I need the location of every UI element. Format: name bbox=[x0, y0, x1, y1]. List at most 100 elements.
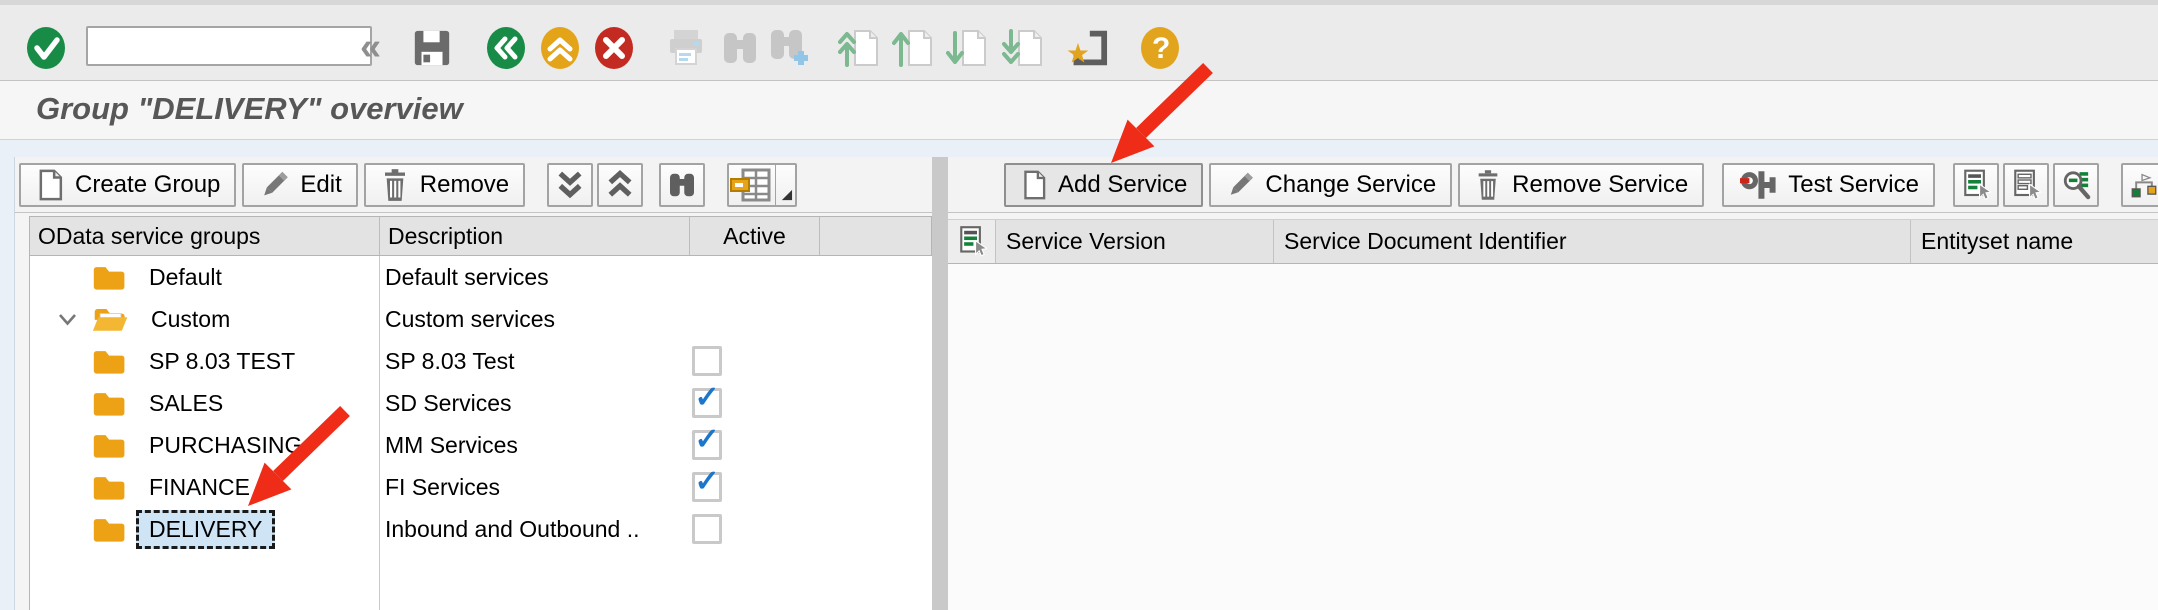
table-row[interactable]: SP 8.03 TEST SP 8.03 Test ✓ bbox=[30, 340, 932, 382]
find-group-button[interactable] bbox=[659, 163, 705, 207]
col-active[interactable]: Active bbox=[690, 217, 820, 255]
group-table-body: Default Default services ✓ bbox=[29, 256, 932, 610]
edit-button[interactable]: Edit bbox=[242, 163, 357, 207]
active-cell[interactable]: ✓ bbox=[690, 388, 820, 418]
active-checkbox[interactable]: ✓ bbox=[692, 388, 722, 418]
page-up-icon bbox=[892, 27, 936, 69]
select-all-cell[interactable] bbox=[948, 220, 996, 263]
save-icon bbox=[411, 27, 453, 69]
active-checkbox[interactable]: ✓ bbox=[692, 472, 722, 502]
check-circle-icon bbox=[25, 26, 67, 70]
remove-label: Remove bbox=[420, 171, 509, 199]
list-outline-select-icon bbox=[2011, 165, 2041, 205]
cancel-button[interactable] bbox=[592, 25, 636, 71]
collapse-toolbar-icon[interactable]: « bbox=[360, 26, 381, 69]
check-icon: ✓ bbox=[694, 472, 719, 492]
layout-button[interactable] bbox=[727, 163, 797, 207]
list-select-icon bbox=[957, 225, 987, 258]
panel-splitter[interactable] bbox=[932, 157, 948, 610]
active-cell[interactable]: ✓ bbox=[690, 430, 820, 460]
double-chevron-up-icon bbox=[605, 167, 635, 203]
binoculars-icon bbox=[667, 167, 697, 203]
table-row[interactable]: DELIVERY Inbound and Outbound .. ✓ bbox=[30, 508, 932, 550]
enter-check-button[interactable] bbox=[24, 25, 68, 71]
active-cell[interactable]: ✓ bbox=[690, 262, 820, 292]
active-cell[interactable]: ✓ bbox=[690, 346, 820, 376]
group-name-cell[interactable]: Custom bbox=[138, 300, 243, 339]
active-checkbox[interactable]: ✓ bbox=[692, 430, 722, 460]
print-button[interactable] bbox=[664, 25, 708, 71]
remove-service-label: Remove Service bbox=[1512, 171, 1688, 199]
page-first-icon bbox=[838, 27, 882, 69]
description-label: Default services bbox=[385, 264, 549, 290]
description-cell[interactable]: FI Services bbox=[380, 474, 690, 501]
display-details-button[interactable] bbox=[2003, 163, 2049, 207]
group-name-cell[interactable]: SP 8.03 TEST bbox=[136, 342, 308, 381]
col-service-version[interactable]: Service Version bbox=[996, 220, 1274, 263]
top-toolbar: « bbox=[0, 0, 2158, 81]
test-service-button[interactable]: Test Service bbox=[1722, 163, 1935, 207]
find-button[interactable] bbox=[718, 25, 762, 71]
table-row[interactable]: FINANCE FI Services ✓ bbox=[30, 466, 932, 508]
folder-icon bbox=[92, 472, 128, 502]
back-button[interactable] bbox=[484, 25, 528, 71]
save-button[interactable] bbox=[410, 25, 454, 71]
next-page-button[interactable] bbox=[946, 25, 990, 71]
group-cell[interactable]: SP 8.03 TEST bbox=[30, 340, 380, 382]
description-label: MM Services bbox=[385, 432, 518, 458]
remove-button[interactable]: Remove bbox=[364, 163, 525, 207]
exit-button[interactable] bbox=[538, 25, 582, 71]
group-panel: Create Group Edit bbox=[14, 157, 933, 610]
active-cell[interactable]: ✓ bbox=[690, 304, 820, 334]
back-icon bbox=[485, 26, 527, 70]
description-cell[interactable]: Default services bbox=[380, 264, 690, 291]
description-label: Inbound and Outbound .. bbox=[385, 516, 640, 542]
table-row[interactable]: PURCHASING MM Services ✓ bbox=[30, 424, 932, 466]
collapse-all-button[interactable] bbox=[547, 163, 593, 207]
table-row[interactable]: Default Default services ✓ bbox=[30, 256, 932, 298]
active-cell[interactable]: ✓ bbox=[690, 514, 820, 544]
group-name-label: Custom bbox=[151, 306, 230, 332]
first-page-button[interactable] bbox=[838, 25, 882, 71]
table-row[interactable]: Custom Custom services ✓ bbox=[30, 298, 932, 340]
expand-all-button[interactable] bbox=[597, 163, 643, 207]
display-services-button[interactable] bbox=[1953, 163, 1999, 207]
group-name-cell[interactable]: Default bbox=[136, 258, 235, 297]
description-cell[interactable]: Inbound and Outbound .. bbox=[380, 516, 690, 543]
exit-icon bbox=[539, 26, 581, 70]
column-divider bbox=[379, 256, 380, 610]
description-cell[interactable]: MM Services bbox=[380, 432, 690, 459]
group-name-label: Default bbox=[149, 264, 222, 290]
previous-page-button[interactable] bbox=[892, 25, 936, 71]
description-cell[interactable]: SD Services bbox=[380, 390, 690, 417]
remove-service-button[interactable]: Remove Service bbox=[1458, 163, 1704, 207]
check-icon: ✓ bbox=[694, 388, 719, 408]
col-service-document-identifier[interactable]: Service Document Identifier bbox=[1274, 220, 1911, 263]
active-checkbox[interactable]: ✓ bbox=[692, 514, 722, 544]
table-row[interactable]: SALES SD Services ✓ bbox=[30, 382, 932, 424]
layout-dropdown[interactable] bbox=[775, 165, 795, 205]
create-group-button[interactable]: Create Group bbox=[19, 163, 236, 207]
group-name-label: SP 8.03 TEST bbox=[149, 348, 295, 374]
description-cell[interactable]: SP 8.03 Test bbox=[380, 348, 690, 375]
service-table-body bbox=[948, 264, 2158, 610]
search-services-button[interactable] bbox=[2053, 163, 2099, 207]
folder-icon bbox=[92, 514, 128, 544]
group-cell[interactable]: Custom bbox=[30, 298, 380, 340]
command-field[interactable] bbox=[86, 26, 372, 66]
col-entityset-name[interactable]: Entityset name bbox=[1911, 220, 2158, 263]
description-cell[interactable]: Custom services bbox=[380, 306, 690, 333]
active-checkbox[interactable]: ✓ bbox=[692, 346, 722, 376]
chevron-down-icon[interactable] bbox=[58, 313, 92, 326]
hierarchy-button[interactable] bbox=[2121, 163, 2158, 207]
last-page-button[interactable] bbox=[1002, 25, 1046, 71]
active-cell[interactable]: ✓ bbox=[690, 472, 820, 502]
description-label: Custom services bbox=[385, 306, 555, 332]
col-groups[interactable]: OData service groups bbox=[30, 217, 380, 255]
change-service-button[interactable]: Change Service bbox=[1209, 163, 1452, 207]
group-cell[interactable]: Default bbox=[30, 256, 380, 298]
content-area: Create Group Edit bbox=[0, 140, 2158, 610]
test-service-icon bbox=[1738, 167, 1778, 203]
col-description[interactable]: Description bbox=[380, 217, 690, 255]
find-next-button[interactable] bbox=[768, 25, 812, 71]
